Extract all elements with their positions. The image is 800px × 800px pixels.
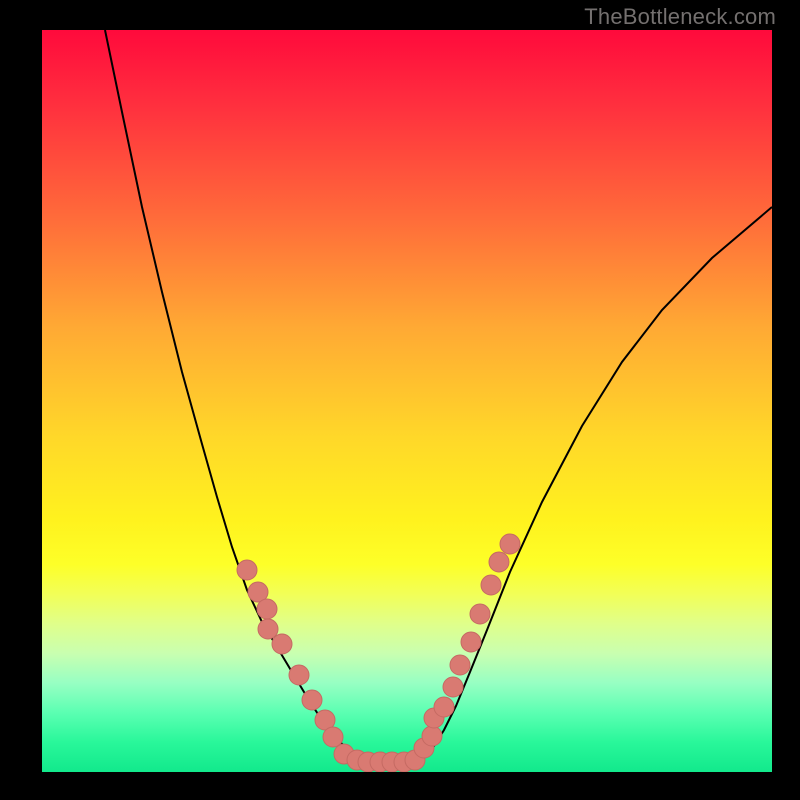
data-dot	[237, 560, 257, 580]
data-dot	[481, 575, 501, 595]
data-dot	[323, 727, 343, 747]
dots-bottom	[334, 744, 425, 772]
data-dot	[461, 632, 481, 652]
data-dot	[450, 655, 470, 675]
bottleneck-curve	[105, 30, 772, 762]
data-dot	[489, 552, 509, 572]
chart-frame: TheBottleneck.com	[0, 0, 800, 800]
data-dot	[434, 697, 454, 717]
data-dot	[422, 726, 442, 746]
dots-right	[414, 534, 520, 758]
data-dot	[470, 604, 490, 624]
data-dot	[257, 599, 277, 619]
data-dot	[289, 665, 309, 685]
plot-area	[42, 30, 772, 772]
data-dot	[302, 690, 322, 710]
data-dot	[443, 677, 463, 697]
data-dot	[272, 634, 292, 654]
dots-left	[237, 560, 343, 747]
attribution-label: TheBottleneck.com	[584, 4, 776, 30]
chart-svg	[42, 30, 772, 772]
data-dot	[500, 534, 520, 554]
data-dot	[258, 619, 278, 639]
